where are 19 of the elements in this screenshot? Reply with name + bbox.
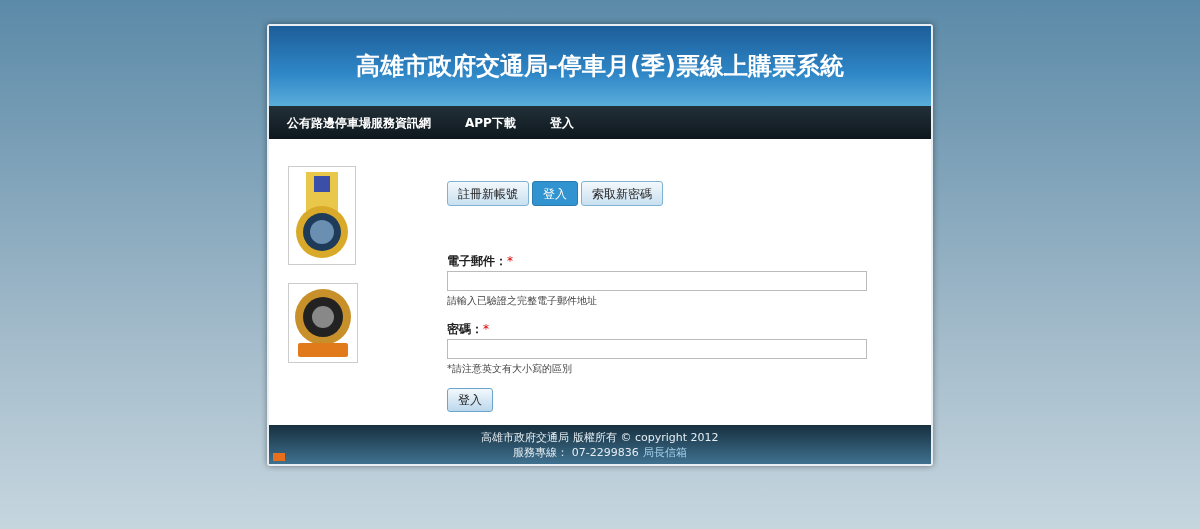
nav-link[interactable]: 登入 xyxy=(549,113,574,132)
field-label: 電子郵件： xyxy=(447,253,507,270)
field-hint: *請注意英文有大小寫的區別 xyxy=(447,362,573,376)
required-mark: * xyxy=(483,321,489,338)
mailbox-link[interactable]: 局長信箱 xyxy=(642,444,687,460)
rss-icon xyxy=(273,453,285,461)
field-hint: 請輸入已驗證之完整電子郵件地址 xyxy=(447,294,598,308)
input-field[interactable] xyxy=(447,271,867,291)
hotline-text: 服務專線： 07-2299836 xyxy=(513,444,639,460)
input-field[interactable] xyxy=(447,339,867,359)
site-title: 高雄市政府交通局-停車月(季)票線上購票系統 xyxy=(356,51,844,82)
tab[interactable]: 註冊新帳號 xyxy=(447,181,529,206)
login-button[interactable]: 登入 xyxy=(447,388,493,412)
field-label: 密碼： xyxy=(447,321,483,338)
nav-link[interactable]: APP下載 xyxy=(465,113,516,132)
required-mark: * xyxy=(507,253,513,270)
copyright-text: 高雄市政府交通局 版權所有 © copyright 2012 xyxy=(481,429,719,445)
nav-link[interactable]: 公有路邊停車場服務資訊網 xyxy=(287,113,431,132)
tab[interactable]: 索取新密碼 xyxy=(581,181,663,206)
